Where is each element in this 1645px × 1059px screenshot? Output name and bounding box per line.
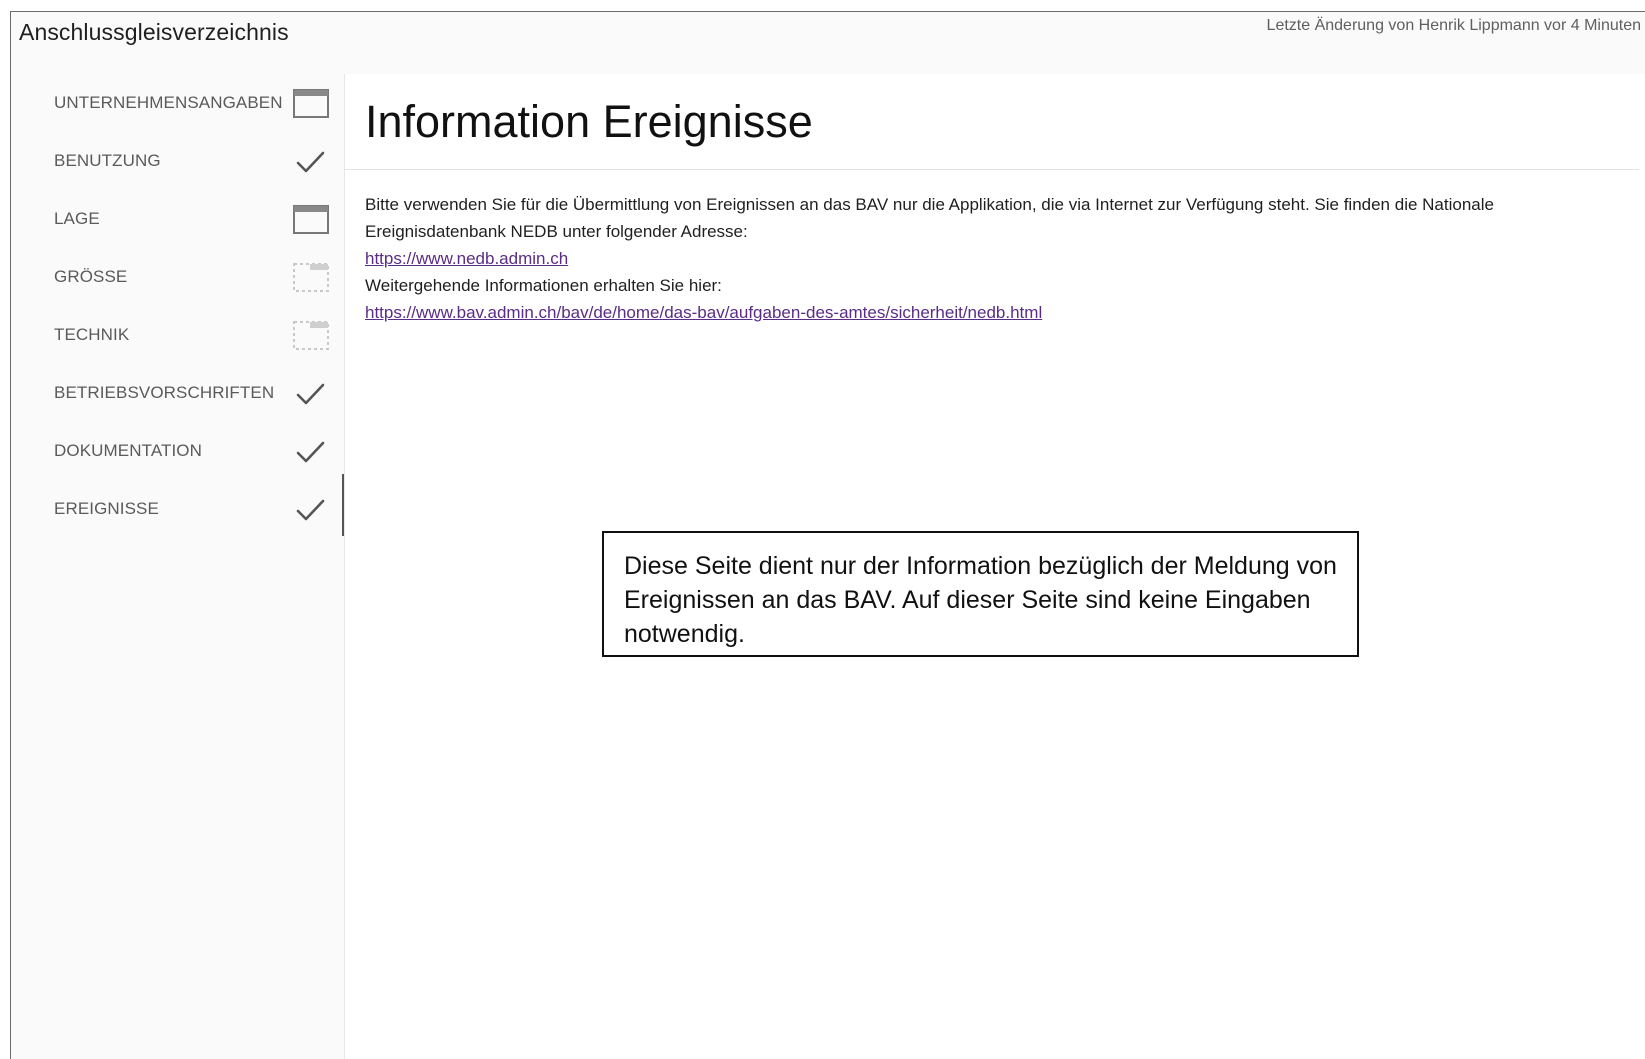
sidebar-item-label: BENUTZUNG bbox=[54, 151, 161, 170]
info-paragraph: Bitte verwenden Sie für die Übermittlung… bbox=[365, 195, 1494, 241]
sidebar-item-label: DOKUMENTATION bbox=[54, 441, 202, 460]
sidebar-item-unternehmensangaben[interactable]: UNTERNEHMENSANGABEN bbox=[11, 74, 344, 132]
check-icon bbox=[292, 378, 330, 410]
check-icon bbox=[292, 494, 330, 526]
empty-form-icon bbox=[292, 88, 330, 120]
sidebar-item-dokumentation[interactable]: DOKUMENTATION bbox=[11, 422, 344, 480]
annotation-note: Diese Seite dient nur der Information be… bbox=[602, 531, 1359, 657]
sidebar-item-label: EREIGNISSE bbox=[54, 499, 159, 518]
info-text: Bitte verwenden Sie für die Übermittlung… bbox=[365, 191, 1615, 326]
sidebar-item-groesse[interactable]: GRÖSSE bbox=[11, 248, 344, 306]
app-title: Anschlussgleisverzeichnis bbox=[19, 19, 289, 45]
dotted-form-icon bbox=[292, 262, 330, 294]
check-icon bbox=[292, 146, 330, 178]
dotted-form-icon bbox=[292, 320, 330, 352]
sidebar-item-label: UNTERNEHMENSANGABEN bbox=[54, 93, 283, 112]
info-more-text: Weitergehende Informationen erhalten Sie… bbox=[365, 276, 722, 295]
sidebar-item-label: TECHNIK bbox=[54, 325, 130, 344]
sidebar-item-benutzung[interactable]: BENUTZUNG bbox=[11, 132, 344, 190]
app-window: Anschlussgleisverzeichnis Letzte Änderun… bbox=[10, 11, 1645, 1059]
sidebar-nav: UNTERNEHMENSANGABEN BENUTZUNG LAGE GRÖSS… bbox=[11, 74, 344, 1059]
page-title: Information Ereignisse bbox=[365, 96, 813, 147]
sidebar-item-ereignisse[interactable]: EREIGNISSE bbox=[11, 474, 344, 538]
bav-nedb-link[interactable]: https://www.bav.admin.ch/bav/de/home/das… bbox=[365, 303, 1042, 322]
sidebar-item-label: GRÖSSE bbox=[54, 267, 128, 286]
main-content: Information Ereignisse Bitte verwenden S… bbox=[345, 74, 1645, 1059]
empty-form-icon bbox=[292, 204, 330, 236]
nedb-link[interactable]: https://www.nedb.admin.ch bbox=[365, 249, 568, 268]
sidebar-item-label: BETRIEBSVORSCHRIFTEN bbox=[54, 383, 275, 402]
check-icon bbox=[292, 436, 330, 468]
last-change-status: Letzte Änderung von Henrik Lippmann vor … bbox=[1266, 17, 1641, 34]
sidebar-item-label: LAGE bbox=[54, 209, 100, 228]
title-divider bbox=[345, 169, 1639, 170]
sidebar-item-lage[interactable]: LAGE bbox=[11, 190, 344, 248]
sidebar-item-betriebsvorschriften[interactable]: BETRIEBSVORSCHRIFTEN bbox=[11, 364, 344, 422]
sidebar-item-technik[interactable]: TECHNIK bbox=[11, 306, 344, 364]
